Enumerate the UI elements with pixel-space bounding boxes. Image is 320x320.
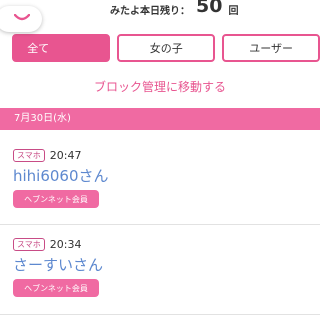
filter-tabs: 全て 女の子 ユーザー <box>12 34 320 62</box>
username-link[interactable]: さーすいさん <box>13 254 103 275</box>
remaining-unit: 回 <box>228 6 239 17</box>
date-header: 7月30日(水) <box>0 108 320 130</box>
visit-time: 20:34 <box>49 238 82 251</box>
member-type-button[interactable]: ヘブンネット会員 <box>13 279 99 297</box>
chat-toggle-button[interactable] <box>0 6 42 32</box>
username-link[interactable]: hihi6060さん <box>13 165 109 186</box>
tab-girls[interactable]: 女の子 <box>117 34 216 62</box>
device-badge: スマホ <box>13 238 45 251</box>
top-bar: みたよ本日残り： 50 回 <box>0 0 320 30</box>
smile-icon <box>14 14 30 21</box>
entry-meta: スマホ 20:34 <box>13 238 81 251</box>
visit-time: 20:47 <box>49 149 82 162</box>
entry-meta: スマホ 20:47 <box>13 149 81 162</box>
tab-all[interactable]: 全て <box>12 34 111 62</box>
tab-users[interactable]: ユーザー <box>222 34 320 62</box>
remaining-count: 50 <box>196 0 223 17</box>
remaining-views: みたよ本日残り： 50 回 <box>110 0 238 18</box>
remaining-label: みたよ本日残り： <box>110 6 190 17</box>
block-management-link[interactable]: ブロック管理に移動する <box>0 78 320 95</box>
member-type-button[interactable]: ヘブンネット会員 <box>13 190 99 208</box>
device-badge: スマホ <box>13 149 45 162</box>
divider <box>0 314 320 315</box>
divider <box>0 224 320 225</box>
